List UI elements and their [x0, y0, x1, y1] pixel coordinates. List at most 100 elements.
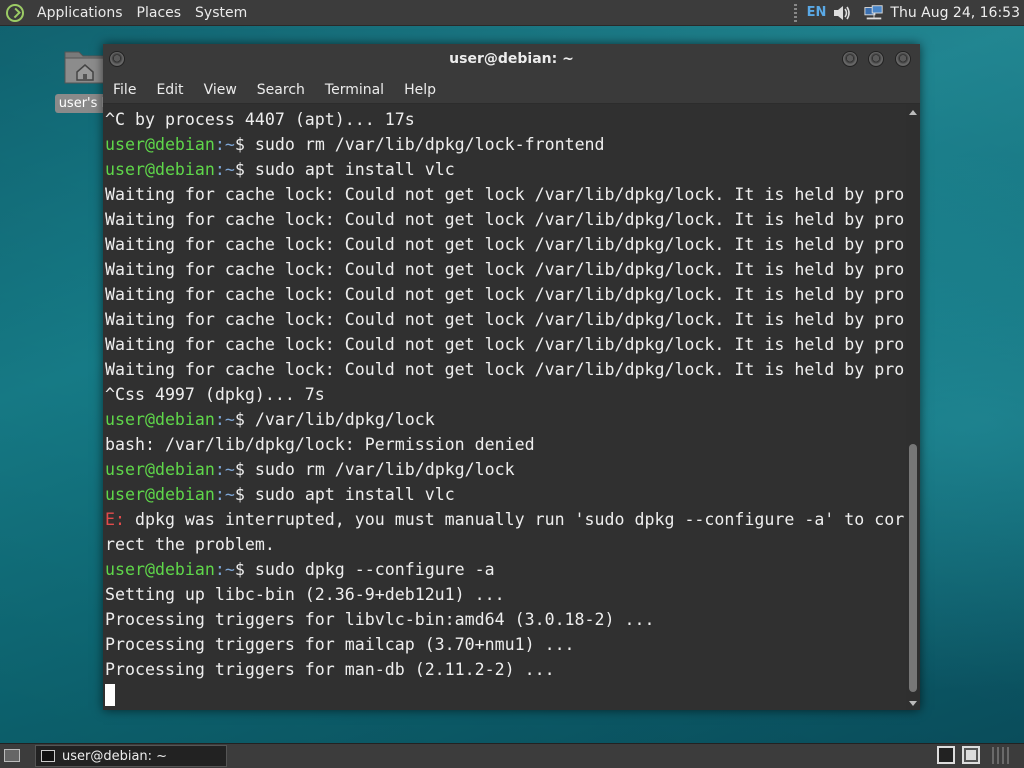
command-text: sudo rm /var/lib/dpkg/lock: [244, 460, 515, 479]
output-text: Waiting for cache lock: Could not get lo…: [105, 335, 905, 354]
workspace-2-button[interactable]: [962, 746, 980, 764]
output-text: Waiting for cache lock: Could not get lo…: [105, 260, 905, 279]
terminal-line: ^Css 4997 (dpkg)... 7s: [105, 382, 904, 407]
output-text: Waiting for cache lock: Could not get lo…: [105, 235, 905, 254]
terminal-line: user@debian:~$ sudo apt install vlc: [105, 157, 904, 182]
terminal-lines: ^C by process 4407 (apt)... 17s user@debi…: [105, 107, 904, 707]
terminal-line: user@debian:~$ sudo rm /var/lib/dpkg/loc…: [105, 132, 904, 157]
terminal-line: Waiting for cache lock: Could not get lo…: [105, 357, 904, 382]
terminal-line: Waiting for cache lock: Could not get lo…: [105, 232, 904, 257]
keyboard-layout-indicator[interactable]: EN: [807, 5, 827, 20]
terminal-line: user@debian:~$ sudo dpkg --configure -a: [105, 557, 904, 582]
menu-search[interactable]: Search: [247, 82, 315, 98]
command-text: sudo apt install vlc: [244, 485, 455, 504]
command-text: /var/lib/dpkg/lock: [244, 410, 435, 429]
terminal-line: Waiting for cache lock: Could not get lo…: [105, 182, 904, 207]
prompt-symbol: $: [234, 410, 245, 429]
terminal-line: user@debian:~$ /var/lib/dpkg/lock: [105, 407, 904, 432]
maximize-button[interactable]: [868, 51, 884, 67]
terminal-line: Waiting for cache lock: Could not get lo…: [105, 332, 904, 357]
terminal-icon: [41, 750, 55, 762]
prompt-user: user@debian: [105, 410, 215, 429]
output-text: Processing triggers for mailcap (3.70+nm…: [105, 635, 575, 654]
prompt-user: user@debian: [105, 160, 215, 179]
terminal-line: user@debian:~$ sudo apt install vlc: [105, 482, 904, 507]
terminal-line: [105, 682, 904, 707]
command-text: sudo apt install vlc: [244, 160, 455, 179]
output-text: Waiting for cache lock: Could not get lo…: [105, 360, 905, 379]
terminal-titlebar[interactable]: user@debian: ~: [103, 44, 920, 76]
output-text: Processing triggers for man-db (2.11.2-2…: [105, 660, 555, 679]
output-text: Waiting for cache lock: Could not get lo…: [105, 185, 905, 204]
menu-view[interactable]: View: [194, 82, 247, 98]
network-icon[interactable]: [864, 4, 884, 22]
terminal-line: Setting up libc-bin (2.36-9+deb12u1) ...: [105, 582, 904, 607]
terminal-line: E: dpkg was interrupted, you must manual…: [105, 507, 904, 532]
prompt-symbol: $: [234, 460, 245, 479]
terminal-line: user@debian:~$ sudo rm /var/lib/dpkg/loc…: [105, 457, 904, 482]
volume-icon[interactable]: [832, 4, 852, 22]
prompt-symbol: $: [234, 485, 245, 504]
output-text: ^Css 4997 (dpkg)... 7s: [105, 385, 325, 404]
terminal-window: user@debian: ~ File Edit View Search Ter…: [103, 44, 920, 710]
output-text: Waiting for cache lock: Could not get lo…: [105, 210, 905, 229]
prompt-path: :~: [214, 560, 235, 579]
menu-terminal[interactable]: Terminal: [315, 82, 394, 98]
prompt-user: user@debian: [105, 560, 215, 579]
terminal-menubar: File Edit View Search Terminal Help: [103, 76, 920, 104]
terminal-line: Waiting for cache lock: Could not get lo…: [105, 307, 904, 332]
prompt-user: user@debian: [105, 460, 215, 479]
terminal-line: rect the problem.: [105, 532, 904, 557]
places-menu[interactable]: Places: [130, 0, 189, 26]
prompt-symbol: $: [234, 560, 245, 579]
output-text: bash: /var/lib/dpkg/lock: Permission den…: [105, 435, 535, 454]
system-menu[interactable]: System: [188, 0, 254, 26]
clock[interactable]: Thu Aug 24, 16:53: [890, 5, 1020, 21]
scroll-down-arrow-icon[interactable]: [909, 701, 917, 706]
show-desktop-icon[interactable]: [4, 749, 20, 762]
terminal-line: Waiting for cache lock: Could not get lo…: [105, 257, 904, 282]
command-text: sudo dpkg --configure -a: [244, 560, 495, 579]
menu-help[interactable]: Help: [394, 82, 446, 98]
debian-menu-icon[interactable]: [6, 3, 24, 22]
terminal-line: Processing triggers for man-db (2.11.2-2…: [105, 657, 904, 682]
output-text: ^C by process 4407 (apt)... 17s: [105, 110, 415, 129]
prompt-symbol: $: [234, 135, 245, 154]
prompt-user: user@debian: [105, 485, 215, 504]
prompt-path: :~: [214, 410, 235, 429]
text-cursor: [105, 683, 115, 706]
terminal-line: Waiting for cache lock: Could not get lo…: [105, 282, 904, 307]
home-folder-icon: [64, 51, 106, 84]
applications-menu[interactable]: Applications: [30, 0, 130, 26]
error-label: E:: [105, 510, 125, 529]
terminal-line: Processing triggers for libvlc-bin:amd64…: [105, 607, 904, 632]
terminal-output[interactable]: ^C by process 4407 (apt)... 17s user@debi…: [103, 104, 906, 710]
taskbar-terminal-label: user@debian: ~: [62, 748, 168, 764]
scroll-up-arrow-icon[interactable]: [909, 110, 917, 115]
output-text: rect the problem.: [105, 535, 275, 554]
prompt-path: :~: [214, 135, 235, 154]
prompt-user: user@debian: [105, 135, 215, 154]
close-button[interactable]: [895, 51, 911, 67]
minimize-button[interactable]: [842, 51, 858, 67]
error-text: dpkg was interrupted, you must manually …: [124, 510, 905, 529]
window-title: user@debian: ~: [449, 51, 574, 67]
terminal-line: Waiting for cache lock: Could not get lo…: [105, 207, 904, 232]
terminal-line: bash: /var/lib/dpkg/lock: Permission den…: [105, 432, 904, 457]
command-text: sudo rm /var/lib/dpkg/lock-frontend: [244, 135, 605, 154]
menu-file[interactable]: File: [103, 82, 146, 98]
menu-edit[interactable]: Edit: [146, 82, 193, 98]
top-panel: Applications Places System EN Thu Aug 24…: [0, 0, 1024, 26]
workspace-1-button[interactable]: [937, 746, 955, 764]
bottom-panel: user@debian: ~: [0, 743, 1024, 768]
scrollbar-thumb[interactable]: [909, 444, 917, 692]
terminal-scrollbar[interactable]: [906, 104, 920, 710]
terminal-line: Processing triggers for mailcap (3.70+nm…: [105, 632, 904, 657]
terminal-line: ^C by process 4407 (apt)... 17s: [105, 107, 904, 132]
prompt-path: :~: [214, 160, 235, 179]
output-text: Processing triggers for libvlc-bin:amd64…: [105, 610, 655, 629]
trash-applet-grip[interactable]: [992, 747, 1010, 764]
output-text: Waiting for cache lock: Could not get lo…: [105, 310, 905, 329]
taskbar-terminal-button[interactable]: user@debian: ~: [35, 745, 227, 767]
prompt-symbol: $: [234, 160, 245, 179]
